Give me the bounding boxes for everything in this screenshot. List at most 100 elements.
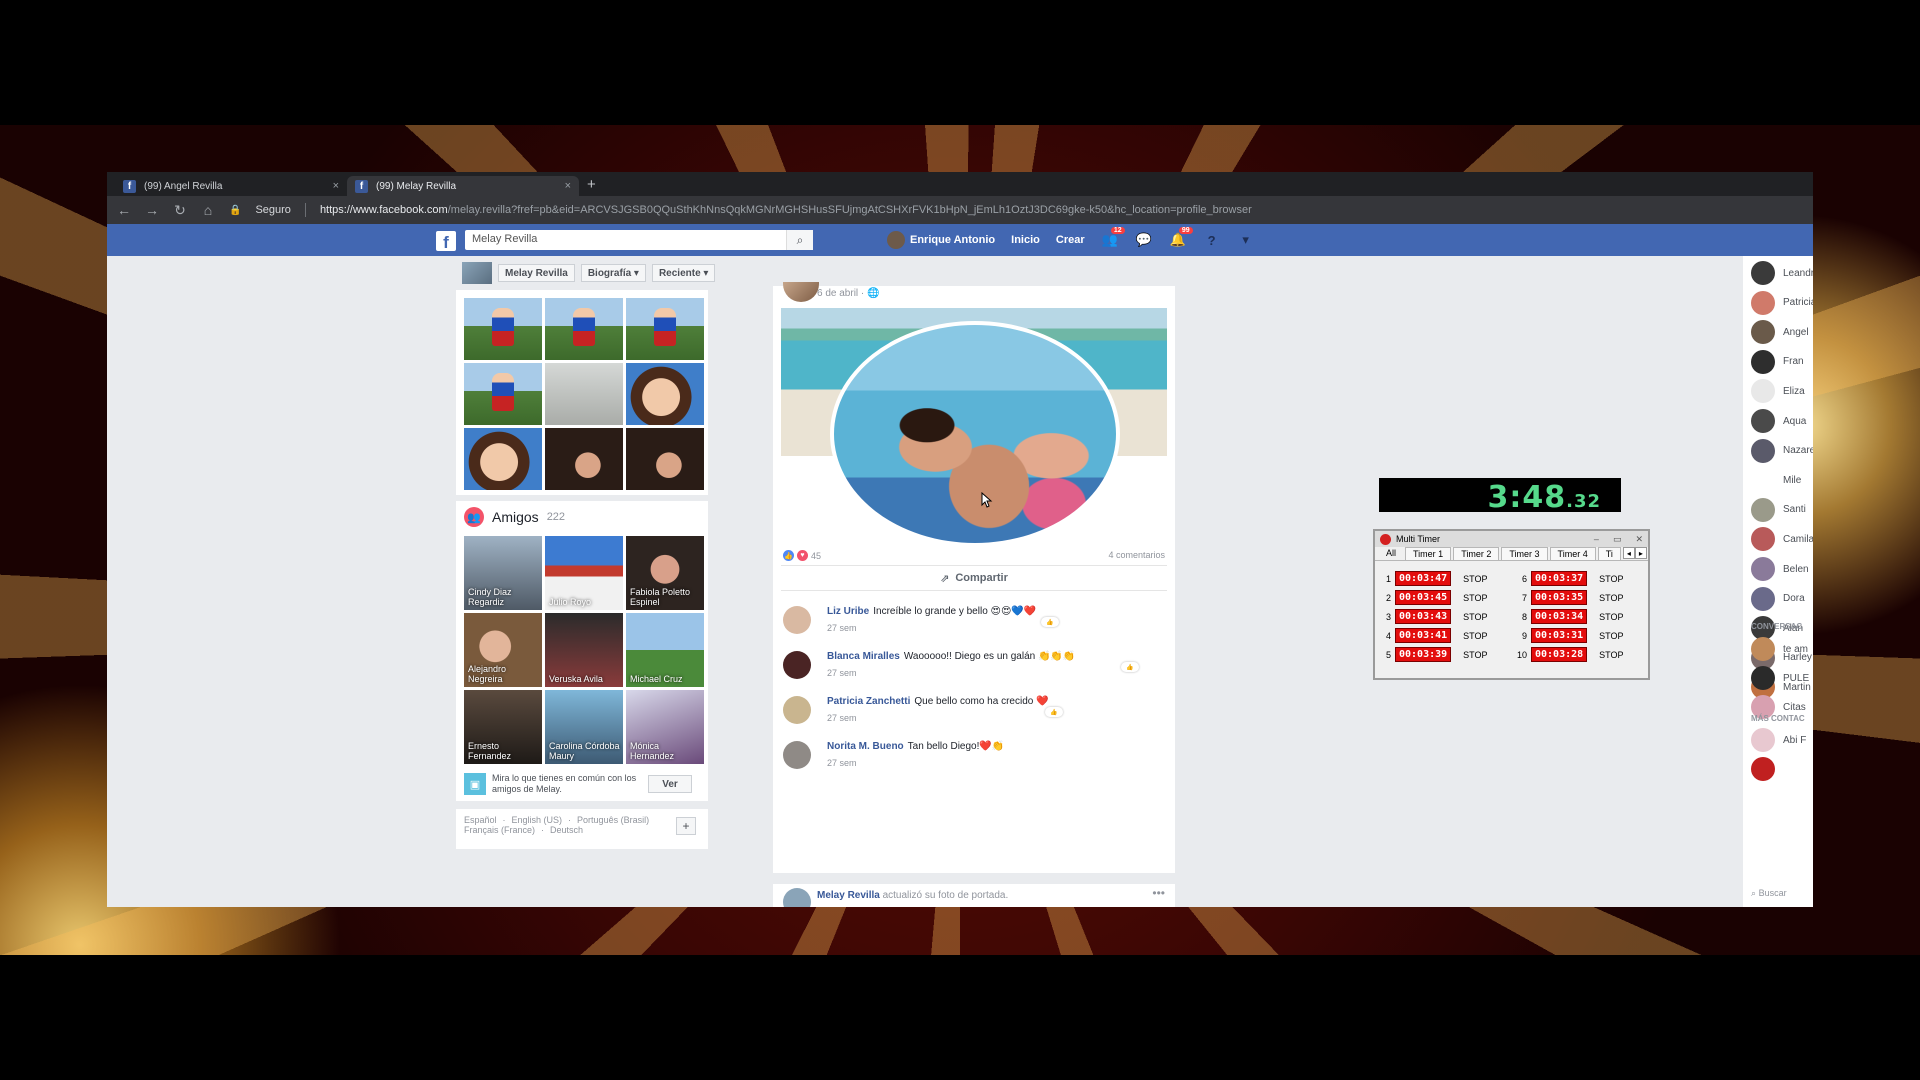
ver-button[interactable]: Ver xyxy=(648,775,692,793)
stop-button[interactable]: STOP xyxy=(1463,631,1487,641)
stop-button[interactable]: STOP xyxy=(1463,574,1487,584)
messenger-icon[interactable]: 💬 xyxy=(1135,231,1153,249)
back-icon[interactable]: ← xyxy=(117,202,131,218)
chat-contact[interactable]: Dora xyxy=(1751,586,1813,611)
comment-author[interactable]: Liz Uribe xyxy=(827,606,869,617)
stop-button[interactable]: STOP xyxy=(1463,612,1487,622)
chat-contact[interactable]: Santi xyxy=(1751,497,1813,522)
tab-melay-revilla[interactable]: f (99) Melay Revilla × xyxy=(347,176,579,196)
stop-button[interactable]: STOP xyxy=(1599,631,1623,641)
reload-icon[interactable]: ↻ xyxy=(173,202,187,219)
tab-angel-revilla[interactable]: f (99) Angel Revilla × xyxy=(115,176,347,196)
tab-timer-5[interactable]: Ti xyxy=(1597,547,1621,560)
avatar[interactable] xyxy=(783,888,811,907)
facebook-logo-icon[interactable]: f xyxy=(436,231,456,251)
multi-timer-titlebar[interactable]: Multi Timer – ▭ ✕ xyxy=(1375,531,1648,547)
url-field[interactable]: https://www.facebook.com/melay.revilla?f… xyxy=(320,204,1803,216)
stop-button[interactable]: STOP xyxy=(1599,650,1623,660)
close-tab-icon[interactable]: × xyxy=(333,180,339,192)
language-link[interactable]: Deutsch xyxy=(550,825,583,835)
comment-time[interactable]: 27 sem xyxy=(827,668,857,678)
profile-name-button[interactable]: Melay Revilla xyxy=(498,264,575,282)
photo-thumbnail[interactable] xyxy=(464,428,542,490)
reactions-summary[interactable]: 👍 ♥ 45 xyxy=(783,550,821,561)
search-icon[interactable]: ⌕ xyxy=(786,230,813,250)
tab-timer-2[interactable]: Timer 2 xyxy=(1453,547,1500,560)
chat-contact[interactable] xyxy=(1751,757,1813,781)
chevron-right-icon[interactable]: ▸ xyxy=(1634,547,1647,559)
photo-thumbnail[interactable] xyxy=(626,428,704,490)
chat-search-input[interactable]: ⌕ Buscar xyxy=(1751,888,1787,899)
post-profile-photo[interactable] xyxy=(830,321,1120,547)
more-options-icon[interactable]: ••• xyxy=(1152,886,1165,900)
comment-time[interactable]: 27 sem xyxy=(827,713,857,723)
photo-thumbnail[interactable] xyxy=(545,363,623,425)
chat-contact[interactable]: Mile xyxy=(1751,468,1813,493)
friend-tile[interactable]: Carolina Córdoba Maury xyxy=(545,690,623,764)
comment-author[interactable]: Blanca Miralles xyxy=(827,651,900,662)
chat-contact[interactable]: Patricia xyxy=(1751,290,1813,315)
reciente-dropdown[interactable]: Reciente ▾ xyxy=(651,264,716,282)
friend-requests-icon[interactable]: 👥 12 xyxy=(1101,227,1125,249)
comments-count[interactable]: 4 comentarios xyxy=(1108,550,1165,560)
share-button[interactable]: ⇗ Compartir xyxy=(781,565,1167,591)
photo-thumbnail[interactable] xyxy=(626,363,704,425)
profile-link[interactable]: Enrique Antonio xyxy=(887,231,995,249)
chat-contact[interactable]: Nazareth xyxy=(1751,438,1813,463)
close-tab-icon[interactable]: × xyxy=(565,180,571,192)
friend-tile[interactable]: Ernesto Fernandez xyxy=(464,690,542,764)
stop-button[interactable]: STOP xyxy=(1599,612,1623,622)
stop-button[interactable]: STOP xyxy=(1599,574,1623,584)
avatar[interactable] xyxy=(783,606,811,634)
comment-author[interactable]: Norita M. Bueno xyxy=(827,741,904,752)
avatar[interactable] xyxy=(783,282,819,302)
friend-tile[interactable]: Cindy Diaz Regardiz xyxy=(464,536,542,610)
comment-time[interactable]: 27 sem xyxy=(827,758,857,768)
avatar[interactable] xyxy=(783,651,811,679)
cover-thumbnail[interactable] xyxy=(462,262,492,284)
chevron-down-icon[interactable]: ▾ xyxy=(1237,231,1255,249)
nav-crear[interactable]: Crear xyxy=(1056,234,1085,246)
language-link[interactable]: Español xyxy=(464,815,497,825)
home-icon[interactable]: ⌂ xyxy=(201,202,215,218)
friend-tile[interactable]: Alejandro Negreira xyxy=(464,613,542,687)
language-link[interactable]: Français (France) xyxy=(464,825,535,835)
next-post-author[interactable]: Melay Revilla xyxy=(817,890,880,901)
notifications-icon[interactable]: 🔔 99 xyxy=(1169,227,1193,249)
chat-contact[interactable]: Abi F xyxy=(1751,728,1813,752)
language-link[interactable]: Português (Brasil) xyxy=(577,815,649,825)
chat-contact[interactable]: Belen xyxy=(1751,557,1813,581)
chevron-left-icon[interactable]: ◂ xyxy=(1622,547,1635,559)
chat-conversation[interactable]: te am xyxy=(1751,637,1813,661)
lock-icon[interactable]: 🔒 xyxy=(229,205,241,216)
chat-contact[interactable]: Fran xyxy=(1751,349,1813,374)
chat-contact[interactable]: Camila xyxy=(1751,527,1813,552)
stop-button[interactable]: STOP xyxy=(1463,650,1487,660)
stop-button[interactable]: STOP xyxy=(1599,593,1623,603)
chat-contact[interactable]: Eliza xyxy=(1751,379,1813,404)
minimize-icon[interactable]: – xyxy=(1594,534,1599,545)
add-language-button[interactable]: + xyxy=(676,817,696,835)
close-icon[interactable]: ✕ xyxy=(1635,534,1643,545)
tab-timer-3[interactable]: Timer 3 xyxy=(1501,547,1548,560)
friend-tile[interactable]: Julio Royo xyxy=(545,536,623,610)
language-link[interactable]: English (US) xyxy=(512,815,563,825)
avatar[interactable] xyxy=(783,696,811,724)
friend-tile[interactable]: Veruska Avila xyxy=(545,613,623,687)
photo-thumbnail[interactable] xyxy=(464,363,542,425)
maximize-icon[interactable]: ▭ xyxy=(1613,534,1622,545)
friend-tile[interactable]: Mónica Hernandez xyxy=(626,690,704,764)
comment-author[interactable]: Patricia Zanchetti xyxy=(827,696,910,707)
tab-timer-4[interactable]: Timer 4 xyxy=(1549,547,1596,560)
avatar[interactable] xyxy=(783,741,811,769)
post-date[interactable]: 6 de abril · 🌐 xyxy=(817,288,879,299)
search-input[interactable]: Melay Revilla xyxy=(465,230,813,250)
new-tab-button[interactable]: + xyxy=(587,176,596,193)
chat-contact[interactable]: Leandro xyxy=(1751,261,1813,285)
biografia-dropdown[interactable]: Biografía ▾ xyxy=(580,264,646,282)
help-icon[interactable]: ? xyxy=(1203,231,1221,249)
photo-thumbnail[interactable] xyxy=(545,298,623,360)
friend-tile[interactable]: Fabiola Poletto Espinel xyxy=(626,536,704,610)
chat-conversation[interactable]: PULE xyxy=(1751,666,1813,690)
tab-all[interactable]: All xyxy=(1379,547,1403,560)
